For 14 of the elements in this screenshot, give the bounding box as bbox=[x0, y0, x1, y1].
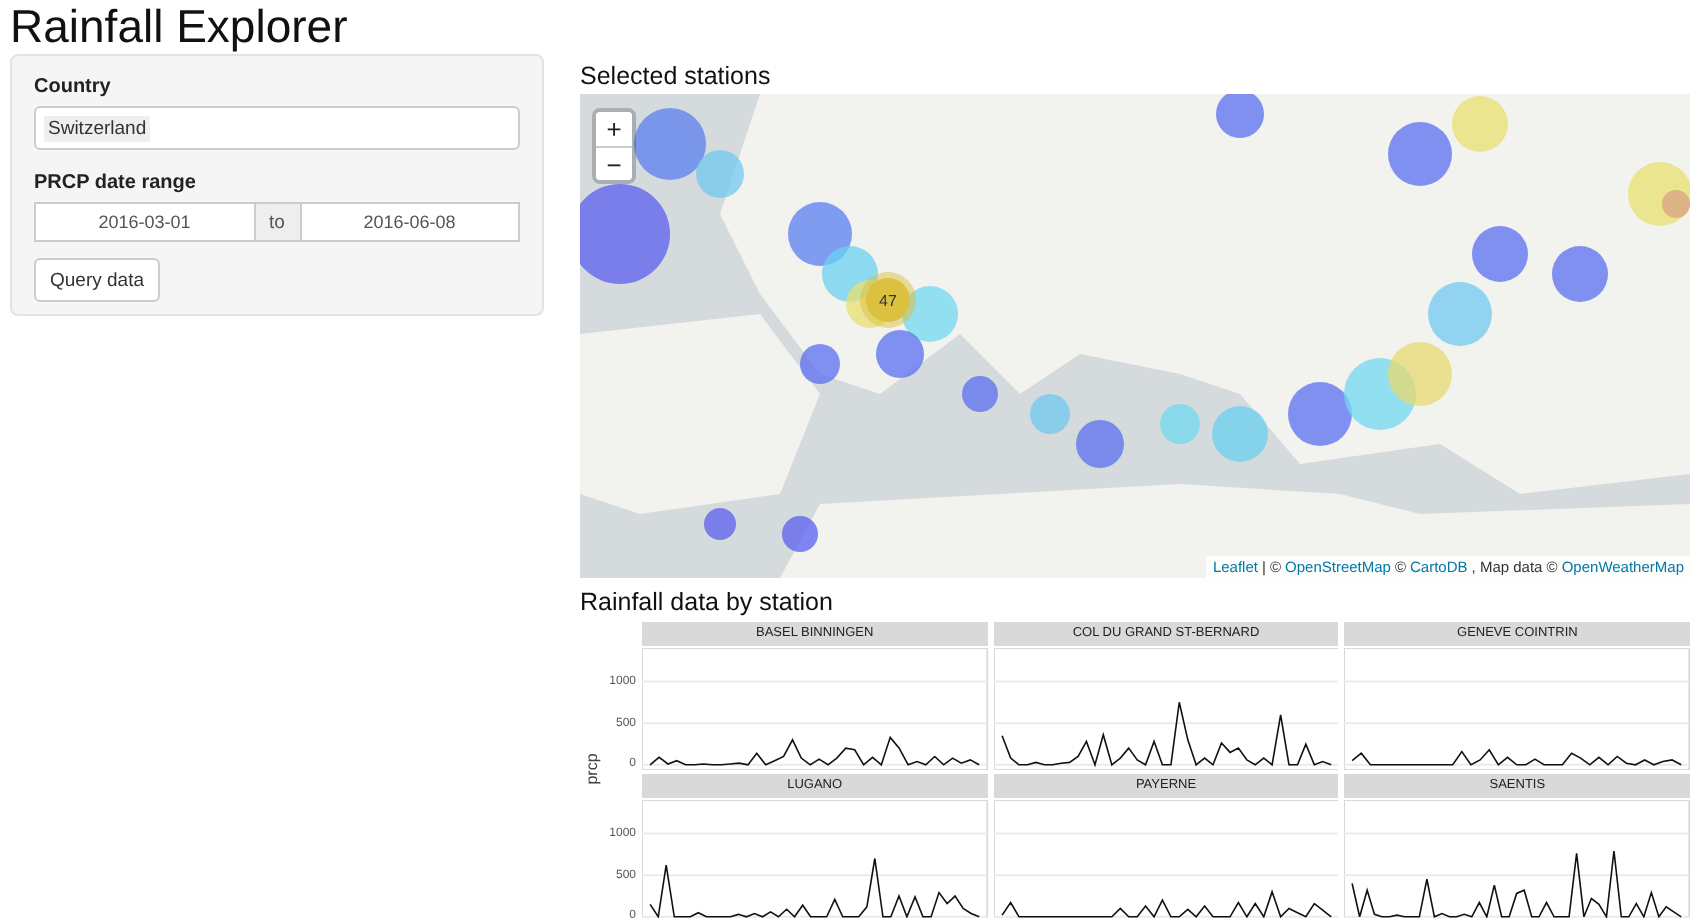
field-label: Country bbox=[34, 76, 113, 98]
start-date-field[interactable]: 2016-03-01 bbox=[34, 202, 255, 242]
field-label: PRCP date range bbox=[34, 172, 198, 194]
zoom-out-button[interactable]: − bbox=[596, 146, 632, 180]
query-data-button[interactable]: Query data bbox=[34, 258, 160, 302]
selected-country-tag: Switzerland bbox=[44, 115, 151, 141]
zoom-in-button[interactable]: + bbox=[596, 112, 632, 146]
country-select[interactable]: Switzerland bbox=[34, 106, 520, 150]
y-axis-label: prcp bbox=[583, 752, 601, 784]
section-title: Selected stations bbox=[580, 60, 773, 94]
end-date-field[interactable]: 2016-06-08 bbox=[299, 202, 520, 242]
section-title: Rainfall data by station bbox=[580, 586, 835, 620]
page-title: Rainfall Explorer bbox=[10, 0, 350, 54]
range-separator: to bbox=[255, 202, 299, 242]
